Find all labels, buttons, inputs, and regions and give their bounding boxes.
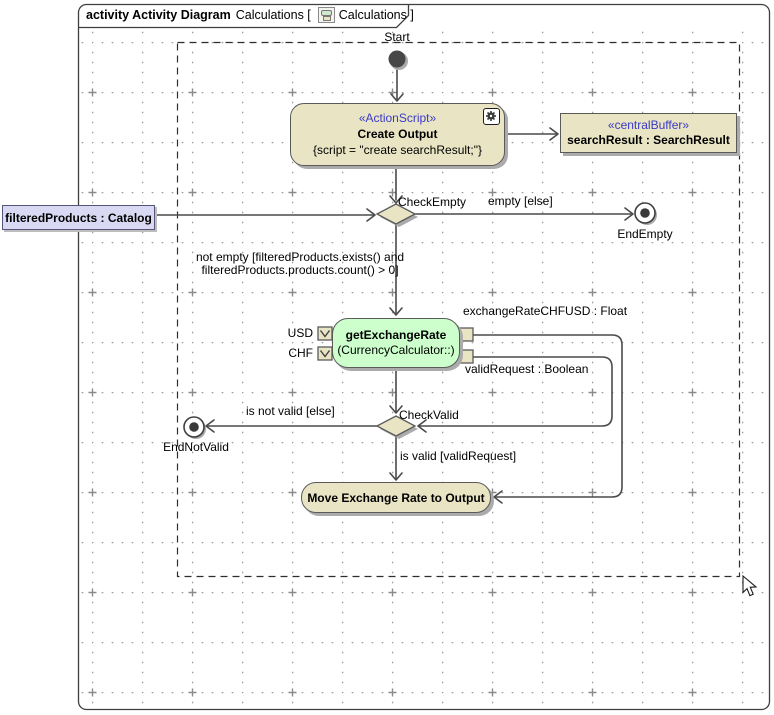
input-pin-usd[interactable]	[317, 326, 333, 341]
frame-name-label: Calculations ]	[338, 8, 414, 22]
input-pin-chf[interactable]	[317, 346, 333, 361]
frame-header-tab[interactable]: activity Activity Diagram Calculations […	[86, 7, 414, 23]
behavior-gear-icon	[483, 108, 500, 125]
parameter-node-filtered-products[interactable]: filteredProducts : Catalog	[2, 205, 155, 230]
guard-label-not-empty-line2[interactable]: filteredProducts.products.count() > 0]	[175, 264, 425, 277]
action-name: Create Output	[357, 127, 438, 141]
pin-label-exchange-rate[interactable]: exchangeRateCHFUSD : Float	[463, 305, 627, 318]
action-qualifier: (CurrencyCalculator::)	[337, 343, 455, 357]
call-behavior-node-get-exchange-rate[interactable]: getExchangeRate (CurrencyCalculator::)	[332, 318, 460, 368]
central-buffer-node-search-result[interactable]: «centralBuffer» searchResult : SearchRes…	[560, 113, 737, 153]
pin-label-usd[interactable]: USD	[281, 327, 313, 340]
action-node-create-output[interactable]: «ActionScript» Create Output {script = "…	[290, 103, 505, 166]
action-name: Move Exchange Rate to Output	[307, 490, 485, 505]
stereotype-label: «ActionScript»	[358, 111, 437, 125]
stereotype-label: «centralBuffer»	[607, 118, 690, 132]
parameter-name: filteredProducts : Catalog	[5, 210, 152, 225]
guard-label-empty-else[interactable]: empty [else]	[488, 195, 553, 208]
final-node-label-end-empty[interactable]: EndEmpty	[612, 228, 678, 241]
pin-label-valid-request[interactable]: validRequest : Boolean	[465, 363, 588, 376]
activity-diagram-icon	[317, 7, 335, 23]
decision-label-check-valid[interactable]: CheckValid	[399, 409, 459, 422]
action-script-property: {script = "create searchResult;"}	[313, 143, 482, 157]
action-name: getExchangeRate	[345, 328, 447, 342]
buffer-name: searchResult : SearchResult	[567, 133, 730, 147]
action-node-move-output[interactable]: Move Exchange Rate to Output	[301, 482, 491, 513]
guard-label-is-valid[interactable]: is valid [validRequest]	[400, 450, 516, 463]
diagram-canvas[interactable]: activity Activity Diagram Calculations […	[0, 0, 774, 715]
frame-context-label: Calculations [	[235, 8, 311, 22]
guard-label-is-not-valid[interactable]: is not valid [else]	[246, 405, 335, 418]
frame-kind-label: activity Activity Diagram	[86, 8, 231, 22]
final-node-label-end-not-valid[interactable]: EndNotValid	[160, 441, 232, 454]
output-pin-rate[interactable]	[458, 327, 474, 342]
start-node-label[interactable]: Start	[372, 31, 422, 44]
pin-label-chf[interactable]: CHF	[281, 347, 313, 360]
decision-label-check-empty[interactable]: CheckEmpty	[398, 196, 466, 209]
